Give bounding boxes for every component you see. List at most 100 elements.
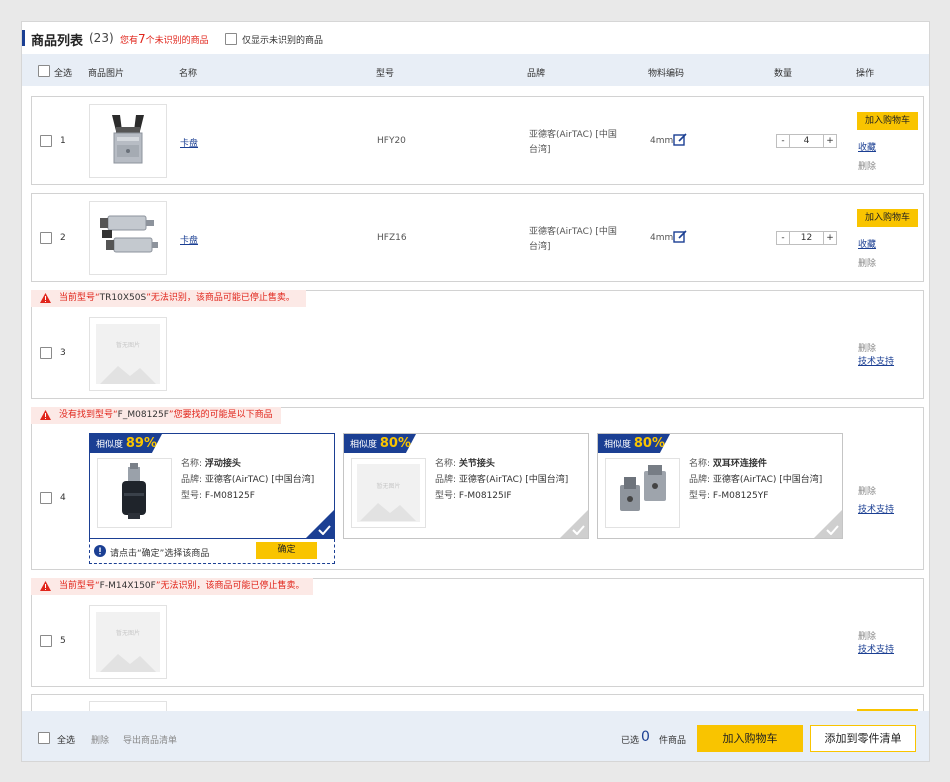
product-image[interactable] bbox=[89, 104, 167, 178]
export-list-link[interactable]: 导出商品清单 bbox=[123, 733, 177, 746]
increase-button[interactable]: + bbox=[823, 135, 836, 147]
warning-icon bbox=[40, 293, 51, 303]
placeholder-mountain-icon bbox=[100, 654, 156, 672]
col-image: 商品图片 bbox=[88, 69, 125, 79]
warning-banner: 当前型号“TR10X50S”无法识别，该商品可能已停止售卖。 bbox=[31, 290, 306, 307]
warning-post: ”无法识别，该商品可能已停止售卖。 bbox=[146, 293, 295, 303]
no-image-placeholder: 暂无图片 bbox=[89, 317, 167, 391]
model-key: 型号: bbox=[435, 491, 457, 501]
candidate-image bbox=[97, 458, 172, 528]
decrease-button[interactable]: - bbox=[777, 135, 790, 147]
selected-pre: 已选 bbox=[621, 736, 640, 746]
add-to-cart-button[interactable]: 加入购物车 bbox=[857, 112, 918, 130]
candidate-card[interactable]: 相似度 80% 名称: 双耳环连接件 品牌: 亚德客(AirTAC) [中国台湾… bbox=[597, 433, 843, 539]
warning-model: F-M14X150F bbox=[99, 581, 156, 591]
favorite-link[interactable]: 收藏 bbox=[858, 140, 876, 153]
table-row: 1 卡盘 HFY20 亚德客(AirTAC) [中国台湾] 4mm - 4 + … bbox=[31, 96, 924, 185]
selected-count: 0 bbox=[641, 729, 650, 745]
placeholder-mountain-icon bbox=[100, 366, 156, 384]
delete-link[interactable]: 删除 bbox=[858, 341, 876, 354]
no-image-text: 暂无图片 bbox=[376, 483, 401, 490]
edit-icon[interactable] bbox=[673, 133, 687, 147]
brand-key: 品牌: bbox=[435, 475, 457, 485]
delete-link[interactable]: 删除 bbox=[858, 256, 876, 269]
row-index: 3 bbox=[60, 348, 66, 358]
model-key: 型号: bbox=[689, 491, 711, 501]
edit-icon[interactable] bbox=[673, 230, 687, 244]
confirm-button[interactable]: 确定 bbox=[256, 542, 317, 559]
quantity-stepper[interactable]: - 4 + bbox=[776, 134, 837, 148]
row-checkbox[interactable] bbox=[40, 492, 52, 504]
candidate-model: F-M08125YF bbox=[712, 491, 769, 501]
delete-link[interactable]: 删除 bbox=[858, 629, 876, 642]
warning-banner: 当前型号“F-M14X150F”无法识别，该商品可能已停止售卖。 bbox=[31, 578, 313, 595]
no-image-placeholder: 暂无图片 bbox=[89, 605, 167, 679]
product-brand: 亚德客(AirTAC) [中国台湾] bbox=[529, 130, 617, 155]
row-checkbox[interactable] bbox=[40, 135, 52, 147]
footer-select-all-checkbox[interactable] bbox=[38, 732, 50, 744]
delete-link[interactable]: 删除 bbox=[858, 484, 876, 497]
delete-link[interactable]: 删除 bbox=[858, 159, 876, 172]
add-to-parts-list-button[interactable]: 添加到零件清单 bbox=[810, 725, 916, 752]
footer-delete-link[interactable]: 删除 bbox=[91, 733, 109, 746]
quantity-value[interactable]: 4 bbox=[790, 135, 823, 147]
unrecognized-post: 个未识别的商品 bbox=[145, 36, 209, 46]
product-name-link[interactable]: 卡盘 bbox=[180, 233, 198, 246]
placeholder-mountain-icon bbox=[360, 503, 416, 521]
tech-support-link[interactable]: 技术支持 bbox=[858, 642, 894, 655]
candidate-brand: 亚德客(AirTAC) [中国台湾] bbox=[458, 475, 569, 485]
candidate-brand: 亚德客(AirTAC) [中国台湾] bbox=[712, 475, 823, 485]
quantity-value[interactable]: 12 bbox=[790, 232, 823, 244]
increase-button[interactable]: + bbox=[823, 232, 836, 244]
add-to-cart-button-bulk[interactable]: 加入购物车 bbox=[697, 725, 803, 752]
candidate-model: F-M08125F bbox=[204, 491, 255, 501]
col-model: 型号 bbox=[376, 69, 395, 79]
footer-select-all-label: 全选 bbox=[57, 736, 76, 746]
warning-icon bbox=[40, 410, 51, 420]
candidate-info: 名称: 关节接头 品牌: 亚德客(AirTAC) [中国台湾] 型号: F-M0… bbox=[435, 456, 568, 504]
candidate-name: 双耳环连接件 bbox=[712, 459, 767, 469]
decrease-button[interactable]: - bbox=[777, 232, 790, 244]
product-name-link[interactable]: 卡盘 bbox=[180, 136, 198, 149]
gripper-image bbox=[90, 202, 166, 274]
table-header: 全选 商品图片 名称 型号 品牌 物料编码 数量 操作 bbox=[22, 54, 929, 86]
material-code: 4mm bbox=[650, 233, 674, 243]
candidate-info: 名称: 浮动接头 品牌: 亚德客(AirTAC) [中国台湾] 型号: F-M0… bbox=[181, 456, 314, 504]
footer-bar: 全选 删除 导出商品清单 已选 0 件商品 加入购物车 添加到零件清单 bbox=[22, 711, 929, 761]
product-image[interactable] bbox=[89, 201, 167, 275]
warning-banner: 没有找到型号“F_M08125F”您要找的可能是以下商品 bbox=[31, 407, 281, 424]
row-checkbox[interactable] bbox=[40, 347, 52, 359]
similarity-label: 相似度 bbox=[350, 440, 378, 450]
name-key: 名称: bbox=[689, 459, 711, 469]
tech-support-link[interactable]: 技术支持 bbox=[858, 354, 894, 367]
check-icon bbox=[572, 525, 585, 535]
col-brand: 品牌 bbox=[527, 69, 546, 79]
product-model: HFY20 bbox=[377, 136, 406, 146]
candidate-info: 名称: 双耳环连接件 品牌: 亚德客(AirTAC) [中国台湾] 型号: F-… bbox=[689, 456, 822, 504]
tech-support-link[interactable]: 技术支持 bbox=[858, 502, 894, 515]
col-material-code: 物料编码 bbox=[648, 69, 685, 79]
candidate-card[interactable]: 相似度 80% 暂无图片 名称: 关节接头 品牌: 亚德客(AirTAC) [中… bbox=[343, 433, 589, 539]
warning-post: ”无法识别，该商品可能已停止售卖。 bbox=[155, 581, 305, 591]
candidate-card[interactable]: 相似度 89% 名称: 浮动接头 品牌: 亚德客(AirTAC) [中国台湾] … bbox=[89, 433, 335, 539]
title-accent-bar bbox=[22, 30, 25, 46]
similarity-value: 80% bbox=[633, 436, 666, 451]
similarity-label: 相似度 bbox=[96, 440, 124, 450]
candidate-model: F-M08125IF bbox=[458, 491, 512, 501]
table-row-suggestions: 4 相似度 89% 名称: 浮动接头 品牌: 亚德客(AirTAC) [中国台湾… bbox=[31, 407, 924, 570]
select-all-checkbox[interactable] bbox=[38, 65, 50, 77]
quantity-stepper[interactable]: - 12 + bbox=[776, 231, 837, 245]
favorite-link[interactable]: 收藏 bbox=[858, 237, 876, 250]
row-checkbox[interactable] bbox=[40, 232, 52, 244]
row-checkbox[interactable] bbox=[40, 635, 52, 647]
similarity-tag: 相似度 89% bbox=[90, 434, 162, 453]
unrecognized-pre: 您有 bbox=[120, 36, 139, 46]
add-to-cart-button[interactable]: 加入购物车 bbox=[857, 209, 918, 227]
gripper-image bbox=[90, 105, 166, 177]
material-code: 4mm bbox=[650, 136, 674, 146]
warning-icon bbox=[40, 581, 51, 591]
warning-pre: 当前型号“ bbox=[59, 293, 100, 303]
similarity-tag: 相似度 80% bbox=[344, 434, 416, 453]
unrecognized-only-checkbox[interactable] bbox=[225, 33, 237, 45]
page-title: 商品列表 bbox=[31, 34, 84, 49]
